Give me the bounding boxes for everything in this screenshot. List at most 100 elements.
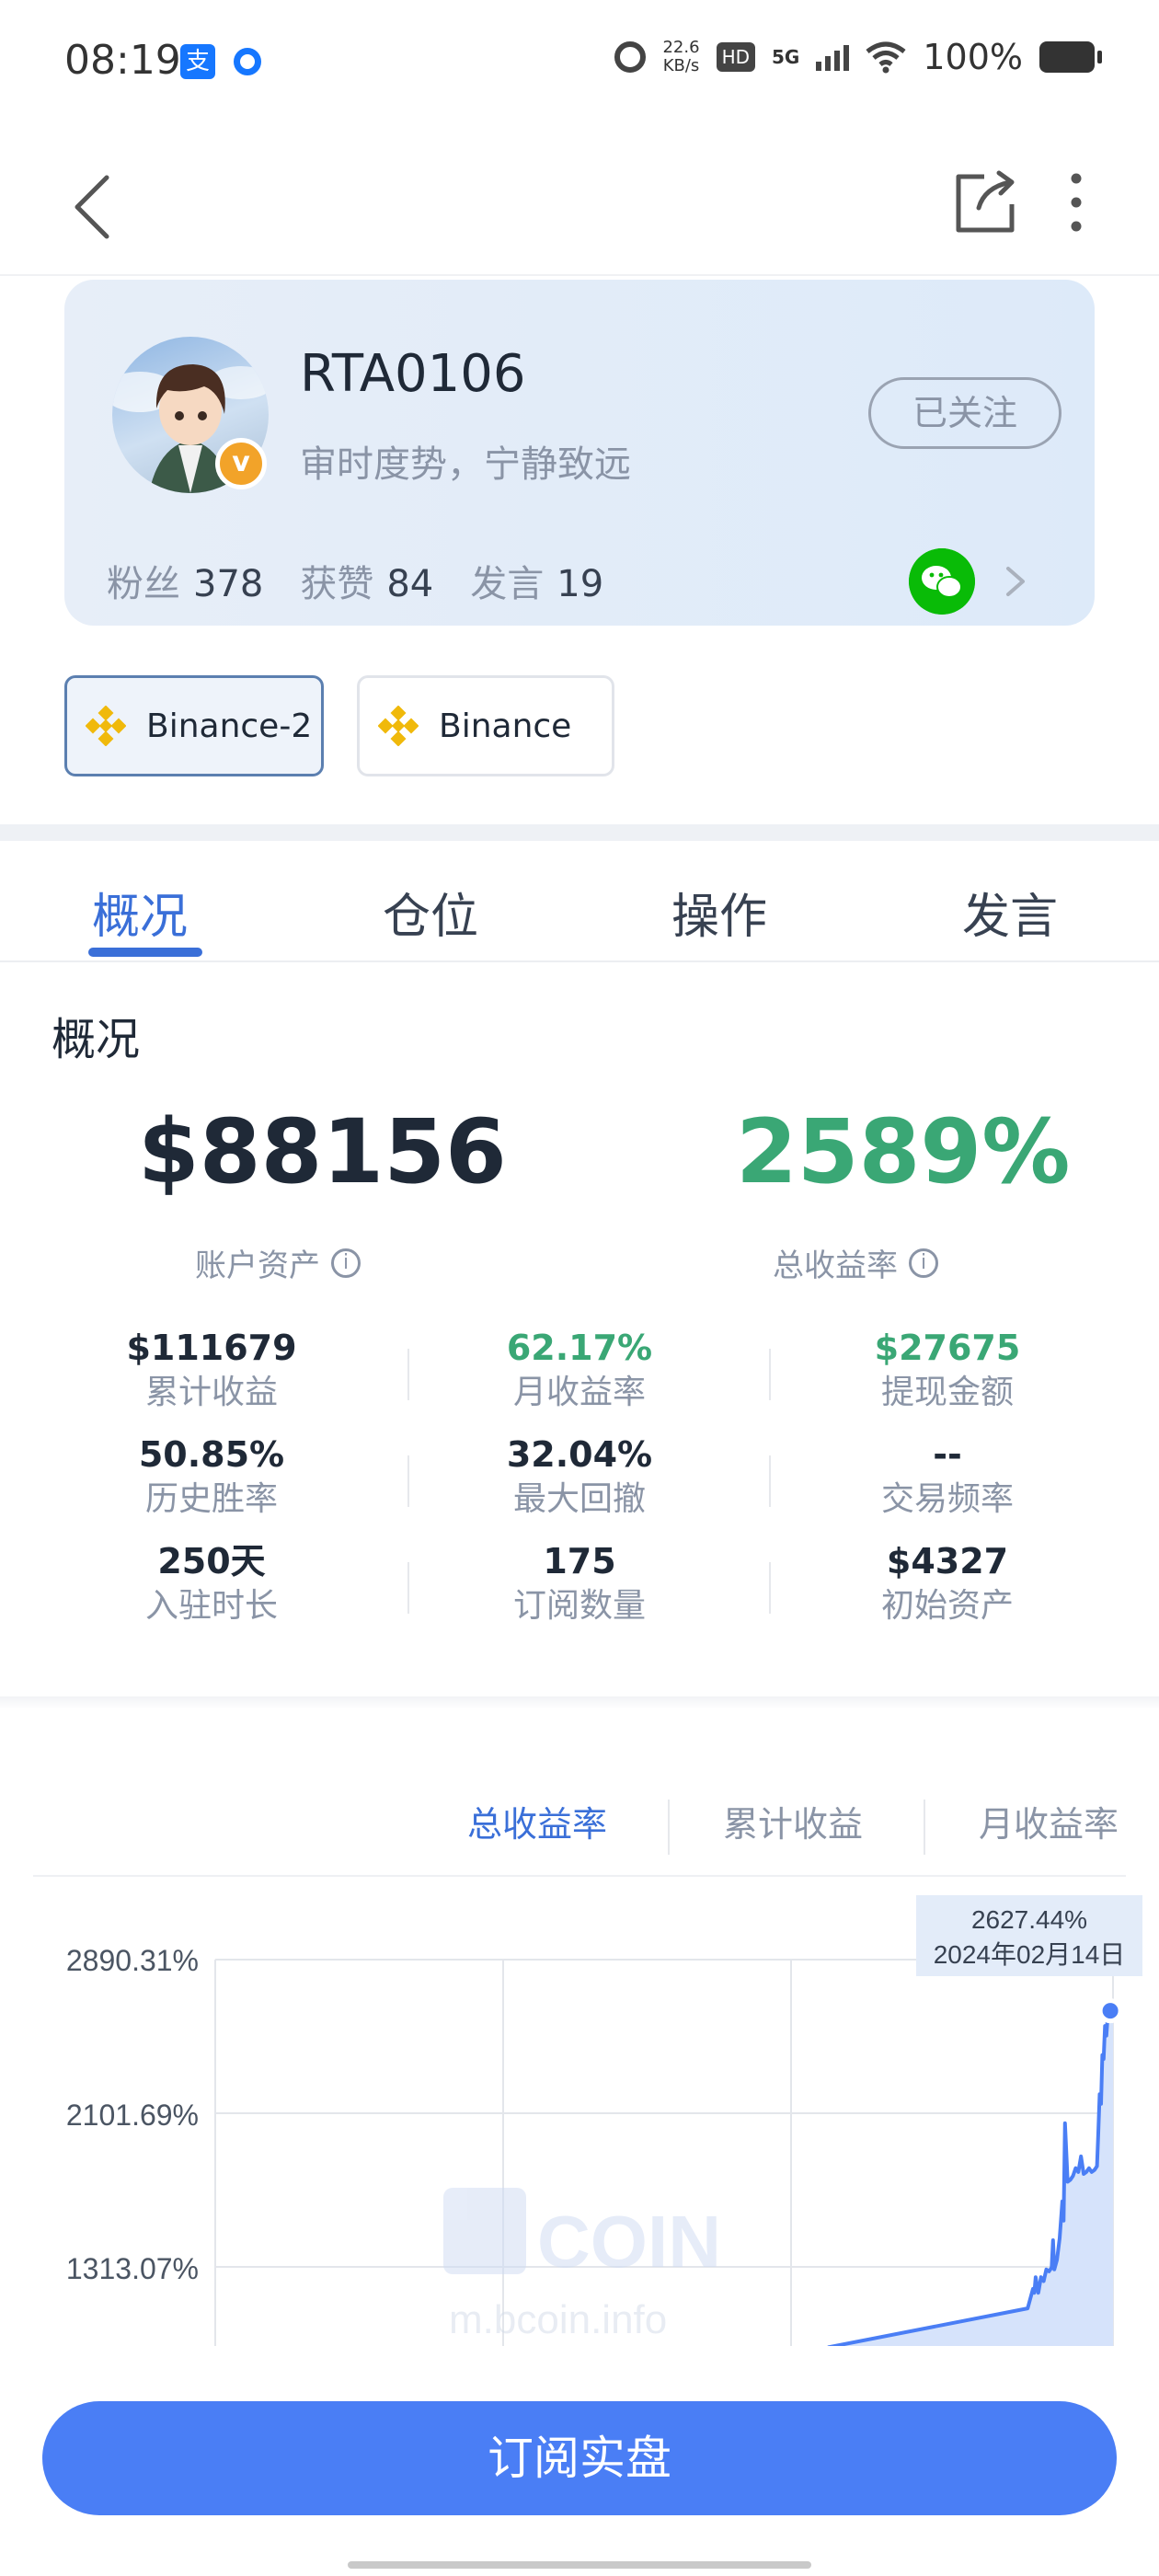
wechat-icon[interactable] [909, 548, 975, 615]
account-asset-label-group: 账户资产 i [195, 1240, 361, 1285]
binance-logo-icon [378, 706, 419, 746]
metric-row: 50.85% 历史胜率 32.04% 最大回撤 -- 交易频率 [28, 1432, 1131, 1538]
profile-card: v RTA0106 审时度势，宁静致远 已关注 粉丝 378 获赞 84 发言 19 [64, 280, 1095, 626]
subscribe-button[interactable]: 订阅实盘 [42, 2401, 1117, 2515]
overview-title: 概况 [52, 1014, 141, 1065]
metric-label: 累计收益 [144, 1374, 278, 1411]
metric-label: 历史胜率 [144, 1480, 278, 1518]
chart-tab-divider [924, 1800, 925, 1855]
metric-label: 初始资产 [880, 1587, 1014, 1625]
share-icon[interactable] [947, 166, 1021, 239]
alipay-icon: 支 [180, 44, 215, 79]
chart-tab-divider [668, 1800, 670, 1855]
profile-name: RTA0106 [300, 344, 526, 404]
stat-label: 粉丝 [107, 563, 180, 605]
stat-value: 378 [193, 563, 264, 605]
account-asset-value: $88156 [138, 1100, 507, 1203]
total-yield-value: 2589% [736, 1100, 1071, 1203]
metric-row: 250天 入驻时长 175 订阅数量 $4327 初始资产 [28, 1538, 1131, 1645]
metric-label: 月收益率 [512, 1374, 646, 1411]
more-icon[interactable] [1049, 166, 1104, 239]
info-icon[interactable]: i [909, 1248, 938, 1278]
metric-value: $4327 [886, 1541, 1009, 1581]
total-yield-label-group: 总收益率 i [773, 1240, 938, 1285]
back-icon[interactable] [64, 170, 138, 244]
metric-trade-frequency: -- 交易频率 [763, 1432, 1131, 1522]
y-tick-label: 1313.07% [66, 2252, 199, 2285]
tab-posts[interactable]: 发言 [962, 878, 1058, 947]
metric-win-rate: 50.85% 历史胜率 [28, 1432, 396, 1522]
exchange-tab-binance[interactable]: Binance [357, 675, 614, 776]
main-tabs: 概况 仓位 操作 发言 [0, 859, 1159, 962]
tab-overview[interactable]: 概况 [92, 878, 188, 947]
metric-max-drawdown: 32.04% 最大回撤 [396, 1432, 763, 1522]
chart-tab-monthly-yield[interactable]: 月收益率 [979, 1796, 1119, 1846]
stat-label: 发言 [470, 563, 545, 605]
stat-fans[interactable]: 粉丝 378 [107, 554, 263, 607]
metric-label: 最大回撤 [512, 1480, 646, 1518]
tooltip-date: 2024年02月14日 [934, 1940, 1126, 1969]
metric-row: $111679 累计收益 62.17% 月收益率 $27675 提现金额 [28, 1325, 1131, 1432]
wifi-icon [866, 41, 906, 74]
stat-value: 84 [386, 563, 434, 605]
metric-label: 交易频率 [880, 1480, 1014, 1518]
watermark-brand: COIN [537, 2201, 721, 2283]
network-type: 5G [772, 46, 800, 68]
metric-value: -- [933, 1434, 962, 1475]
binance-logo-icon [86, 706, 126, 746]
metric-label: 入驻时长 [144, 1587, 278, 1625]
watermark-site: m.bcoin.info [449, 2297, 667, 2342]
info-icon[interactable]: i [331, 1248, 361, 1278]
nav-bar [0, 138, 1159, 276]
section-divider [0, 1696, 1159, 1709]
metric-label: 提现金额 [880, 1374, 1014, 1411]
yield-chart-svg: 2890.31% 2101.69% 1313.07% COIN m.bcoin.… [66, 1895, 1142, 2346]
chart-tabs: 总收益率 累计收益 月收益率 [33, 1785, 1126, 1877]
chart-tab-total-yield[interactable]: 总收益率 [467, 1796, 607, 1846]
status-bar: 08:19 支 22.6 KB/s HD 5G 100% [0, 0, 1159, 120]
status-indicators: 22.6 KB/s HD 5G 100% [614, 37, 1102, 77]
chevron-right-icon[interactable] [997, 561, 1034, 602]
stat-posts[interactable]: 发言 19 [470, 554, 603, 607]
network-speed: 22.6 KB/s [662, 38, 700, 75]
app-notification-icon [234, 48, 261, 75]
tooltip-value: 2627.44% [971, 1905, 1087, 1934]
alarm-icon [614, 41, 647, 73]
chart-tab-cumulative-profit[interactable]: 累计收益 [723, 1796, 863, 1846]
profile-bio: 审时度势，宁静致远 [300, 443, 631, 486]
metric-value: 62.17% [506, 1328, 653, 1368]
metric-value: 50.85% [138, 1434, 285, 1475]
stat-value: 19 [557, 563, 604, 605]
battery-icon [1039, 41, 1102, 73]
metric-tenure: 250天 入驻时长 [28, 1538, 396, 1628]
tab-operations[interactable]: 操作 [671, 878, 767, 947]
exchange-tab-binance-2[interactable]: Binance-2 [64, 675, 324, 776]
verified-badge-icon: v [215, 438, 267, 489]
yield-chart[interactable]: 2890.31% 2101.69% 1313.07% COIN m.bcoin.… [0, 1877, 1159, 2346]
exchange-label: Binance-2 [146, 707, 313, 745]
status-time: 08:19 [64, 37, 181, 84]
metric-initial-asset: $4327 初始资产 [763, 1538, 1131, 1628]
tab-indicator [88, 948, 202, 957]
metrics-grid: $111679 累计收益 62.17% 月收益率 $27675 提现金额 50.… [28, 1325, 1131, 1645]
tab-positions[interactable]: 仓位 [383, 878, 478, 947]
section-divider [0, 824, 1159, 841]
stat-likes[interactable]: 获赞 84 [300, 554, 433, 607]
metric-value: $27675 [874, 1328, 1021, 1368]
exchange-label: Binance [439, 707, 572, 745]
metric-withdrawal: $27675 提现金额 [763, 1325, 1131, 1415]
metric-label: 订阅数量 [512, 1587, 646, 1625]
metric-monthly-yield: 62.17% 月收益率 [396, 1325, 763, 1415]
metric-subscriptions: 175 订阅数量 [396, 1538, 763, 1628]
battery-percent: 100% [923, 37, 1023, 77]
y-tick-label: 2890.31% [66, 1944, 199, 1977]
watermark: COIN m.bcoin.info [443, 2188, 721, 2342]
follow-button[interactable]: 已关注 [868, 377, 1061, 449]
tooltip-marker [1097, 1998, 1123, 2024]
home-indicator [348, 2561, 811, 2569]
hd-icon: HD [716, 42, 756, 72]
profile-stats: 粉丝 378 获赞 84 发言 19 [107, 554, 603, 607]
y-tick-label: 2101.69% [66, 2099, 199, 2132]
metric-value: $111679 [126, 1328, 297, 1368]
signal-icon [816, 43, 850, 71]
